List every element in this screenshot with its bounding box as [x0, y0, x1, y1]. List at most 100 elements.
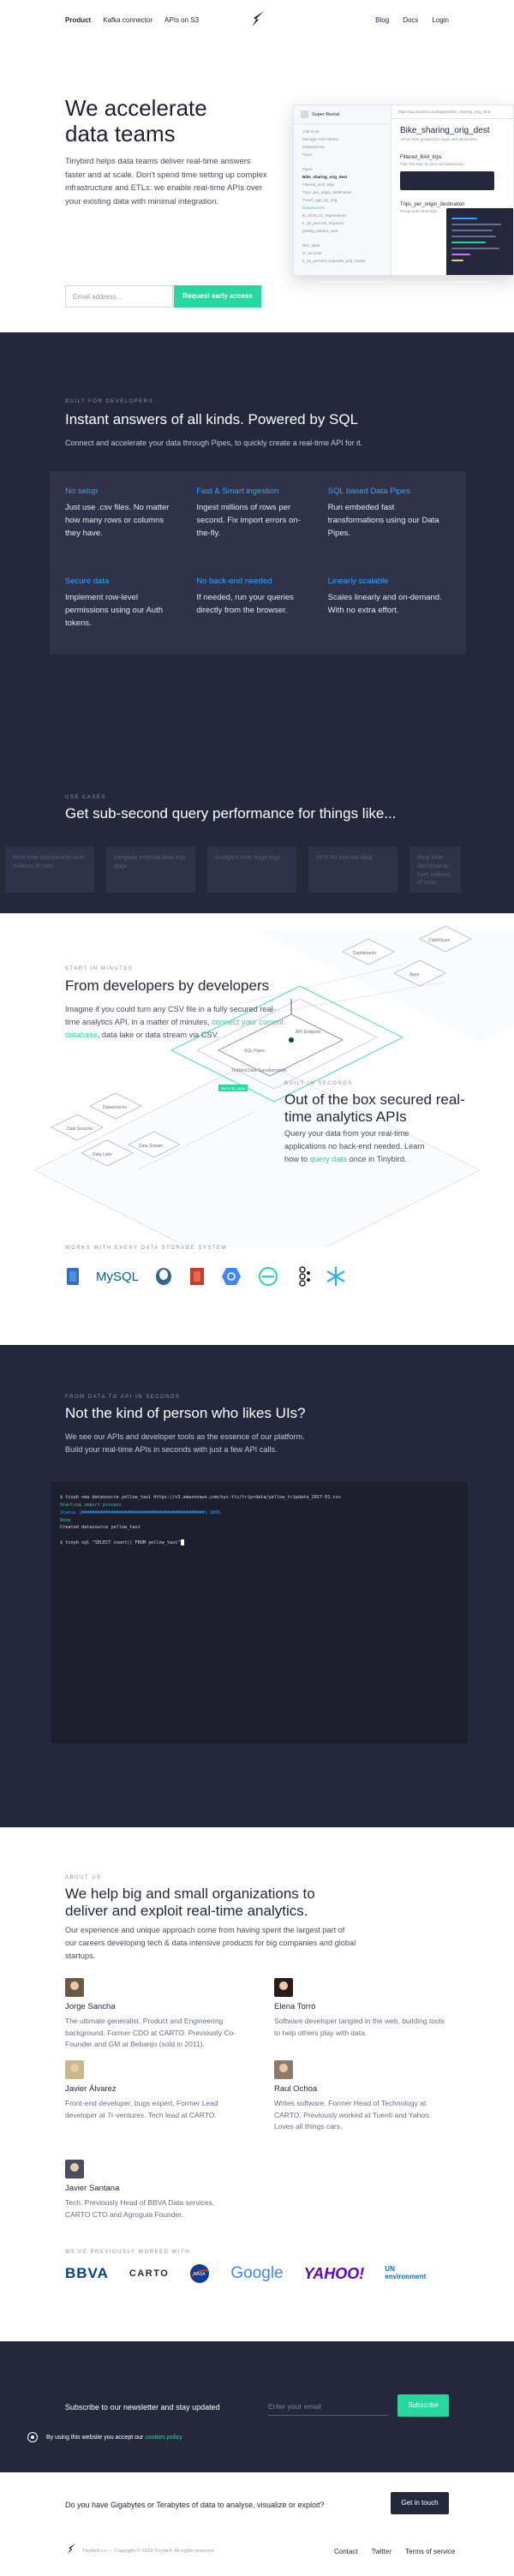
copyright-text: Tinybird.co — Copyright © 2019 Tinybird.…	[82, 2549, 214, 2554]
cli-section: FROM DATA TO API IN SECONDS Not the kind…	[0, 1345, 514, 1827]
sidebar-item[interactable]: Manage Auth tokens	[294, 135, 391, 143]
sidebar-pipe-item[interactable]: Travel_ago_by_orig	[294, 196, 391, 204]
pipe-title: Bike_sharing_orig_dest	[400, 126, 490, 135]
sidebar-datasource-item[interactable]: k_10_percent_requests	[294, 219, 391, 227]
feature-text: Run embeded fast transformations using o…	[327, 503, 439, 539]
sidebar-item[interactable]: Datasources	[294, 143, 391, 151]
usecases-title: Get sub-second query performance for thi…	[65, 805, 397, 822]
footer: Do you have Gigabytes or Terabytes of da…	[0, 2472, 514, 2576]
client-logos: BBVA CARTO NASA Google YAHOO! UN environ…	[65, 2263, 426, 2284]
team-member: Raul Ochoa Writes software. Former Head …	[274, 2060, 445, 2133]
diagram-label: API Endpoint	[296, 1030, 321, 1035]
hero-email-input[interactable]: Email address...	[65, 285, 173, 308]
nav-item-login[interactable]: Login	[432, 16, 449, 24]
usecase-card[interactable]: Integrate external data into apps	[106, 846, 195, 893]
features-kicker: BUILT FOR DEVELOPERS	[65, 399, 154, 404]
terminal-prompt[interactable]: $ tinyb sql "SELECT count() FROM yellow_…	[60, 1539, 459, 1547]
footer-logo[interactable]	[65, 2543, 77, 2555]
sidebar-datasource-item[interactable]: bi_2020_12_registrations	[294, 212, 391, 219]
subscribe-button[interactable]: Subscribe	[397, 2394, 449, 2417]
footer-link-terms[interactable]: Terms of service	[405, 2548, 455, 2555]
diagram-label: Datasources	[103, 1105, 128, 1110]
feature-text: Ingest millions of rows per second. Fix …	[196, 503, 301, 539]
text-segment: , data lake or data stream via CSV.	[97, 1031, 219, 1040]
request-access-button[interactable]: Request early access	[174, 285, 261, 308]
usecase-card[interactable]: Real-time dashboards over millions of ro…	[409, 846, 461, 893]
clients-kicker: WE'VE PREVIOUSLY WORKED WITH	[65, 2250, 190, 2255]
workspace-icon	[301, 111, 308, 118]
feature-title: No back-end needed	[196, 577, 272, 586]
google-logo-text: Google	[230, 2264, 284, 2282]
member-name: Raul Ochoa	[274, 2084, 318, 2094]
avatar	[274, 2060, 293, 2079]
nav-item-docs[interactable]: Docs	[403, 16, 418, 24]
feature-text: Just use .csv files. No matter how many …	[65, 503, 170, 539]
storage-kicker: WORKS WITH EVERY DATA STORAGE SYSTEM	[65, 1246, 228, 1251]
usecase-card[interactable]: APIs for internal data	[308, 846, 397, 893]
text-segment: once in Tinybird.	[347, 1155, 407, 1164]
usecase-card[interactable]: Real-time dashboards over millions of ro…	[5, 846, 94, 893]
cli-title: Not the kind of person who likes UIs?	[65, 1405, 306, 1421]
tinybird-logo[interactable]	[248, 10, 266, 27]
footer-link-contact[interactable]: Contact	[334, 2548, 358, 2555]
usecase-card[interactable]: Analytics over huge logs	[207, 846, 296, 893]
developers-kicker: START IN MINUTES	[65, 966, 134, 971]
nav-left: Product Kafka connector APIs on S3	[65, 16, 199, 24]
nav-item-product[interactable]: Product	[65, 16, 91, 24]
terminal-line: $ tinyb new datasource yellow_taxi https…	[60, 1495, 341, 1500]
yahoo-logo: YAHOO!	[303, 2264, 365, 2282]
get-in-touch-button[interactable]: Get in touch	[391, 2492, 449, 2514]
cli-kicker: FROM DATA TO API IN SECONDS	[65, 1395, 181, 1400]
kafka-logo	[295, 1266, 311, 1287]
nav-item-apis-on-s3[interactable]: APIs on S3	[164, 16, 199, 24]
terminal-cursor	[180, 1539, 184, 1546]
sidebar-endpoint-item[interactable]: cr_account	[294, 249, 391, 257]
team-member: Javier Álvarez Front-end developer, bugs…	[65, 2060, 236, 2121]
apis-title: Out of the box secured real-time analyti…	[284, 1091, 465, 1126]
storage-logos: MySQL	[65, 1266, 346, 1287]
terminal-line: Status [################################…	[60, 1509, 221, 1515]
sidebar-pipe-item[interactable]: Bike_sharing_orig_dest	[294, 173, 391, 181]
screenshot-url: https://api.tinybird.co/v0/pipes/bike_sh…	[391, 105, 513, 119]
about-kicker: ABOUT US	[65, 1875, 102, 1880]
footer-link-twitter[interactable]: Twitter	[372, 2548, 392, 2555]
nav-item-kafka-connector[interactable]: Kafka connector	[103, 16, 152, 24]
apis-text: Query your data from your real-time appl…	[284, 1127, 439, 1167]
about-title: We help big and small organizations to d…	[65, 1886, 315, 1920]
avatar	[65, 2060, 84, 2079]
google-bigquery-logo	[221, 1266, 242, 1287]
usecases-strip: Real-time dashboards over millions of ro…	[0, 834, 514, 913]
contact-question: Do you have Gigabytes or Terabytes of da…	[65, 2501, 325, 2509]
feature-card: No setup Just use .csv files. No matter h…	[65, 487, 188, 565]
feature-text: Implement row-level permissions using ou…	[65, 593, 164, 629]
diagram-label: SQL Pipes	[244, 1049, 265, 1054]
avatar	[65, 1978, 84, 1997]
sidebar-pipe-item[interactable]: Trips_per_origin_destination	[294, 188, 391, 196]
un-environment-logo: UN environment	[385, 2265, 427, 2280]
sidebar-datasource-item[interactable]: getting_started_aws	[294, 227, 391, 235]
sidebar-endpoint-item[interactable]: BIG_table	[294, 242, 391, 249]
nav-item-blog[interactable]: Blog	[375, 16, 389, 24]
sidebar-endpoint-item[interactable]: k_10_percent_requests_and_routes	[294, 257, 391, 265]
team-member: Javier Santana Tech. Previously Head of …	[65, 2160, 236, 2220]
sidebar-item[interactable]: Add to do	[294, 128, 391, 135]
features-lead: Connect and accelerate your data through…	[65, 439, 363, 447]
member-bio: Software developer tangled in the web, b…	[274, 2017, 445, 2037]
sidebar-section-label: Datasources	[302, 206, 325, 210]
member-name: Jorge Sancha	[65, 2002, 116, 2011]
snowflake-logo	[257, 1266, 279, 1287]
feature-card: Linearly scalable Scales linearly and on-…	[328, 577, 451, 654]
newsletter-email-input[interactable]: Enter your email	[268, 2397, 388, 2416]
cookies-policy-link[interactable]: cookies policy	[145, 2435, 182, 2441]
query-data-link[interactable]: query data	[310, 1155, 347, 1163]
workspace-name: Super Rental	[312, 111, 340, 117]
sidebar-pipe-item[interactable]: Filtered_BAll_trips	[294, 181, 391, 188]
sidebar-item[interactable]: Pipes	[294, 151, 391, 158]
developers-text: Imagine if you could turn any CSV file i…	[65, 1003, 288, 1043]
product-screenshot: Super Rental Add to do Manage Auth token…	[293, 105, 514, 276]
hero-title: We accelerate data teams	[65, 95, 207, 146]
developers-title: From developers by developers	[65, 977, 270, 994]
mysql-logo: MySQL	[96, 1269, 140, 1284]
member-name: Elena Torró	[274, 2002, 316, 2011]
